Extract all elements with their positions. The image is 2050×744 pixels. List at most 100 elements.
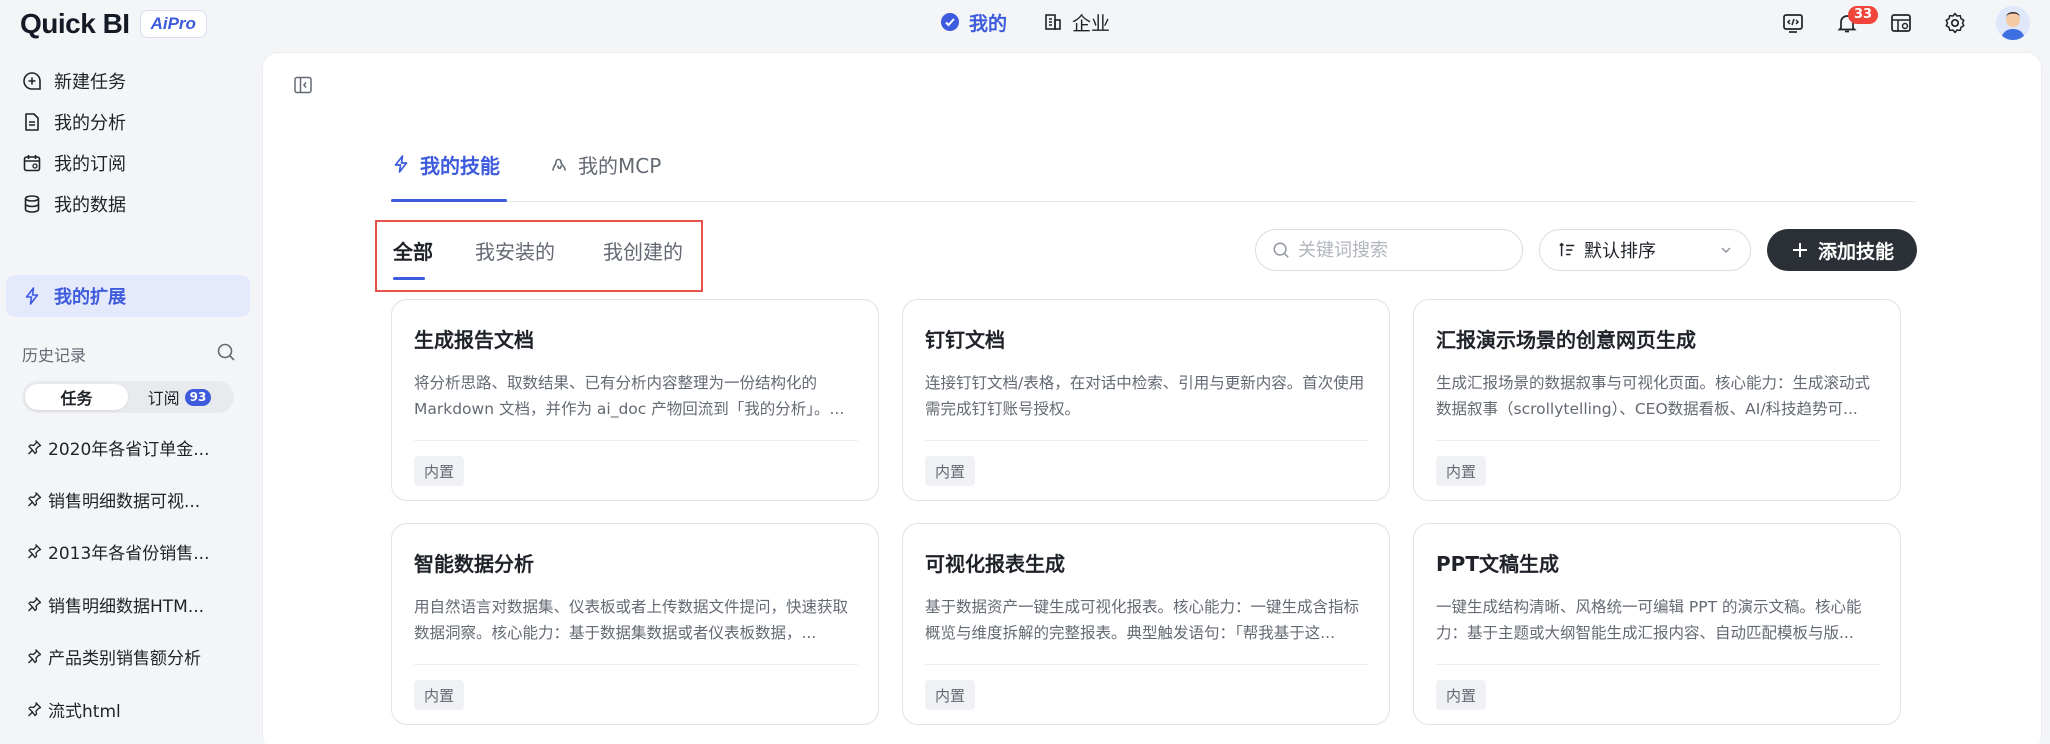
history-title: 历史记录 bbox=[22, 346, 87, 365]
history-item-label: 销售明细数据HTM... bbox=[48, 596, 205, 617]
sidebar-item-my-data[interactable]: 我的数据 bbox=[6, 183, 250, 225]
history-item[interactable]: 2013年各省份销售... bbox=[26, 538, 226, 564]
skill-card-divider bbox=[414, 440, 858, 441]
gear-icon bbox=[1945, 12, 1965, 34]
pin-icon bbox=[28, 649, 42, 664]
skill-card[interactable]: 智能数据分析 用自然语言对数据集、仪表板或者上传数据文件提问，快速获取数据洞察。… bbox=[391, 523, 879, 725]
sort-dropdown[interactable]: 默认排序 bbox=[1539, 229, 1751, 271]
circle-check-icon bbox=[941, 13, 959, 31]
user-avatar-icon bbox=[1996, 6, 2030, 40]
history-item[interactable]: 销售明细数据可视... bbox=[26, 486, 226, 512]
history-tab-label: 订阅 bbox=[147, 389, 180, 408]
skill-card[interactable]: 可视化报表生成 基于数据资产一键生成可视化报表。核心能力：一键生成含指标概览与维… bbox=[902, 523, 1390, 725]
chevron-down-icon bbox=[1721, 247, 1731, 254]
filter-all[interactable]: 全部 bbox=[393, 237, 433, 267]
search-box bbox=[1255, 229, 1523, 271]
logo-badge: AiPro bbox=[139, 10, 207, 38]
notification-badge: 33 bbox=[1848, 6, 1879, 24]
pin-icon bbox=[28, 544, 42, 559]
tabs-divider bbox=[391, 201, 1915, 202]
history-item[interactable]: 2020年各省订单金... bbox=[26, 434, 226, 460]
filter-active-indicator bbox=[393, 277, 425, 280]
history-item[interactable]: 流式html bbox=[26, 696, 226, 722]
skill-card-title: 汇报演示场景的创意网页生成 bbox=[1436, 328, 1696, 352]
history-item[interactable]: 销售明细数据HTM... bbox=[26, 591, 226, 617]
calendar-icon bbox=[23, 155, 41, 172]
plus-icon bbox=[1792, 243, 1807, 257]
skill-card-desc: 生成汇报场景的数据叙事与可视化页面。核心能力：生成滚动式数据叙事（scrolly… bbox=[1436, 374, 1871, 418]
top-right-actions: 33 bbox=[1780, 6, 2030, 40]
history-item-label: 2013年各省份销售... bbox=[48, 543, 210, 564]
sidebar-item-label: 新建任务 bbox=[54, 72, 126, 93]
sidebar-item-label: 我的分析 bbox=[54, 113, 126, 134]
sidebar: 新建任务 我的分析 我的订阅 我的数据 我的扩展 历史记录 任务 订阅 93 2… bbox=[0, 58, 262, 744]
tab-my-skills[interactable]: 我的技能 bbox=[391, 149, 500, 179]
sidebar-item-my-extensions[interactable]: 我的扩展 bbox=[6, 275, 250, 317]
history-tab-tasks[interactable]: 任务 bbox=[25, 384, 128, 410]
skill-card-title: 钉钉文档 bbox=[925, 328, 1005, 352]
history-item[interactable]: 产品类别销售额分析 bbox=[26, 643, 226, 669]
document-icon bbox=[25, 113, 39, 131]
skill-card-desc: 基于数据资产一键生成可视化报表。核心能力：一键生成含指标概览与维度拆解的完整报表… bbox=[925, 598, 1360, 642]
logo-text: Quick BI bbox=[20, 8, 130, 39]
search-icon[interactable] bbox=[216, 342, 236, 362]
sort-label: 默认排序 bbox=[1584, 241, 1656, 262]
add-skill-button[interactable]: 添加技能 bbox=[1767, 229, 1917, 271]
skill-card-divider bbox=[925, 440, 1369, 441]
tab-label: 我的MCP bbox=[578, 153, 662, 178]
database-icon bbox=[24, 195, 40, 213]
main-panel: 我的技能 我的MCP 全部 我安装的 我创建的 默认排序 添加技能 生成报告文档… bbox=[262, 52, 2042, 744]
skill-card-divider bbox=[1436, 664, 1880, 665]
tab-my-mcp[interactable]: 我的MCP bbox=[549, 149, 661, 179]
building-icon bbox=[1045, 14, 1061, 30]
history-tab-subscriptions[interactable]: 订阅 93 bbox=[128, 384, 231, 410]
sidebar-item-label: 我的数据 bbox=[54, 195, 126, 216]
sidebar-item-my-subscription[interactable]: 我的订阅 bbox=[6, 142, 250, 184]
search-input[interactable] bbox=[1298, 239, 1498, 261]
avatar[interactable] bbox=[1996, 6, 2030, 40]
sidebar-collapse-icon[interactable] bbox=[293, 75, 313, 95]
skill-card-title: 智能数据分析 bbox=[414, 552, 534, 576]
pin-icon bbox=[28, 597, 42, 612]
skill-card-desc: 用自然语言对数据集、仪表板或者上传数据文件提问，快速获取数据洞察。核心能力：基于… bbox=[414, 598, 849, 642]
sidebar-item-my-analysis[interactable]: 我的分析 bbox=[6, 101, 250, 143]
top-nav: 我的 企业 bbox=[940, 8, 1110, 36]
top-nav-enterprise[interactable]: 企业 bbox=[1043, 8, 1110, 36]
filter-installed[interactable]: 我安装的 bbox=[475, 237, 555, 267]
filter-created[interactable]: 我创建的 bbox=[603, 237, 683, 267]
top-nav-mine[interactable]: 我的 bbox=[940, 8, 1007, 36]
history-item-label: 流式html bbox=[48, 701, 121, 722]
skill-card[interactable]: 钉钉文档 连接钉钉文档/表格，在对话中检索、引用与更新内容。首次使用需完成钉钉账… bbox=[902, 299, 1390, 501]
top-bar: Quick BI AiPro 我的 企业 33 bbox=[0, 0, 2050, 46]
skill-card-tag: 内置 bbox=[414, 456, 465, 486]
skill-card-tag: 内置 bbox=[414, 680, 465, 710]
history-item-label: 2020年各省订单金... bbox=[48, 439, 210, 460]
code-window-icon bbox=[1783, 14, 1803, 33]
subscription-count-badge: 93 bbox=[184, 388, 212, 406]
skill-card-divider bbox=[1436, 440, 1880, 441]
history-item-label: 产品类别销售额分析 bbox=[48, 648, 201, 669]
sidebar-item-label: 我的订阅 bbox=[54, 154, 126, 175]
lightning-icon bbox=[25, 287, 39, 305]
code-window-button[interactable] bbox=[1780, 10, 1806, 36]
skill-card[interactable]: PPT文稿生成 一键生成结构清晰、风格统一可编辑 PPT 的演示文稿。核心能力：… bbox=[1413, 523, 1901, 725]
skill-card-desc: 一键生成结构清晰、风格统一可编辑 PPT 的演示文稿。核心能力：基于主题或大纲智… bbox=[1436, 598, 1862, 642]
dashboard-button[interactable] bbox=[1888, 10, 1914, 36]
history-tab-label: 任务 bbox=[60, 389, 93, 408]
skill-card[interactable]: 生成报告文档 将分析思路、取数结果、已有分析内容整理为一份结构化的 Markdo… bbox=[391, 299, 879, 501]
top-nav-enterprise-label: 企业 bbox=[1072, 12, 1111, 35]
settings-button[interactable] bbox=[1942, 10, 1968, 36]
sidebar-item-new-task[interactable]: 新建任务 bbox=[6, 60, 250, 102]
pin-icon bbox=[28, 702, 42, 717]
skill-card-desc: 将分析思路、取数结果、已有分析内容整理为一份结构化的 Markdown 文档，并… bbox=[414, 374, 845, 418]
notification-button[interactable]: 33 bbox=[1834, 6, 1879, 36]
dashboard-icon bbox=[1891, 14, 1911, 32]
lightning-icon bbox=[394, 155, 408, 173]
skill-card-tag: 内置 bbox=[1436, 680, 1487, 710]
skill-card[interactable]: 汇报演示场景的创意网页生成 生成汇报场景的数据叙事与可视化页面。核心能力：生成滚… bbox=[1413, 299, 1901, 501]
skill-card-tag: 内置 bbox=[1436, 456, 1487, 486]
plus-chat-icon bbox=[23, 72, 41, 90]
logo[interactable]: Quick BI AiPro bbox=[20, 8, 207, 40]
tab-label: 我的技能 bbox=[420, 153, 500, 178]
search-icon bbox=[1273, 242, 1289, 258]
